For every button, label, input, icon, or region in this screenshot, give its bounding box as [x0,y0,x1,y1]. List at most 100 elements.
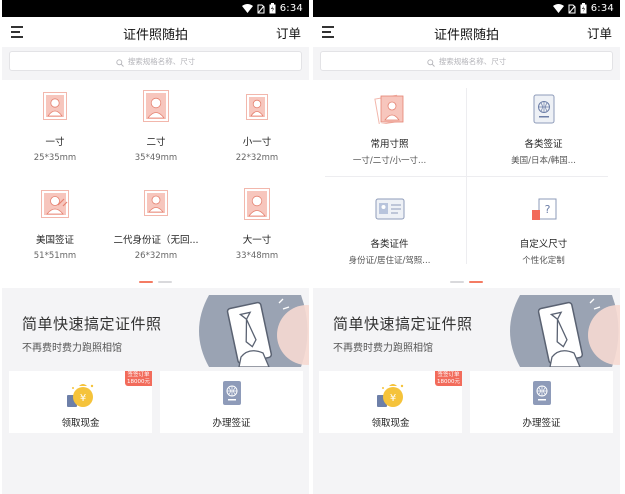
category-name: 常用寸照 [370,139,409,150]
search-icon [116,52,124,71]
app-bar: 证件照随拍 订单 [2,17,309,47]
promo-badge-line1: 签签订单 [127,372,150,378]
search-icon [427,52,435,71]
spec-size: 51*51mm [33,251,77,261]
banner-subtitle: 不再费时费力跑照相馆 [333,343,433,354]
spec-name: 二寸 [146,137,166,148]
search-input[interactable]: 搜索规格名称、尺寸 [320,51,613,71]
no-sim-icon [257,4,265,14]
visa-service-label: 办理签证 [212,418,251,429]
page-dot-active [469,281,483,283]
spec-size: 33*48mm [235,251,279,261]
search-placeholder: 搜索规格名称、尺寸 [438,56,507,66]
photo-stack-icon [373,94,403,124]
id-card-icon [375,198,404,220]
promo-banner[interactable]: 简单快速搞定证件照 不再费时费力跑照相馆 [2,295,309,367]
phone-tie-illustration [199,295,309,367]
spec-size: 35*49mm [134,153,178,163]
custom-size-icon: ? [531,198,556,220]
status-bar: 6:34 [313,0,620,17]
money-bag-icon: ¥ [66,384,93,407]
category-name: 各类签证 [524,139,563,150]
passport-icon [532,381,551,405]
search-area: 搜索规格名称、尺寸 [313,47,620,78]
promo-badge-line1: 签签订单 [437,372,460,378]
spec-name: 小一寸 [242,137,272,148]
page-indicator [313,281,620,283]
no-sim-icon [568,4,576,14]
spec-name: 一寸 [45,137,65,148]
spec-item-2inch[interactable]: 二寸 35*49mm [105,80,207,170]
passport-icon [222,381,241,405]
id-photo-icon [143,90,169,122]
money-bag-icon: ¥ [376,384,403,407]
spec-size: 22*32mm [235,153,279,163]
category-name: 自定义尺寸 [519,239,568,250]
get-cash-card[interactable]: ¥ 签签订单 18000元 领取现金 [319,371,462,433]
app-bar: 证件照随拍 订单 [313,17,620,47]
spec-item-us-visa[interactable]: 美国签证 51*51mm [4,178,106,268]
category-grid-panel: 常用寸照 一寸/二寸/小一寸... 各类签证 美国/日本/韩国... 各类证件 … [313,80,620,288]
spec-item-id-card[interactable]: 二代身份证（无回... 26*32mm [105,178,207,268]
spec-name: 大一寸 [242,235,272,246]
get-cash-card[interactable]: ¥ 签签订单 18000元 领取现金 [9,371,152,433]
visa-service-label: 办理签证 [522,418,561,429]
category-subtitle: 一寸/二寸/小一寸... [352,156,427,166]
svg-text:?: ? [544,203,550,216]
wifi-icon [552,4,564,13]
id-photo-icon [43,92,67,120]
page-dot [450,281,464,283]
category-visas[interactable]: 各类签证 美国/日本/韩国... [467,84,620,174]
spec-size: 26*32mm [134,251,178,261]
grid-divider-horizontal [325,176,608,177]
search-input[interactable]: 搜索规格名称、尺寸 [9,51,302,71]
visa-service-card[interactable]: 办理签证 [160,371,303,433]
category-custom-size[interactable]: ? 自定义尺寸 个性化定制 [467,184,620,274]
category-name: 各类证件 [370,239,409,250]
orders-button[interactable]: 订单 [276,23,301,42]
spec-size: 25*35mm [33,153,77,163]
promo-banner[interactable]: 简单快速搞定证件照 不再费时费力跑照相馆 [313,295,620,367]
category-subtitle: 个性化定制 [522,256,565,266]
passport-icon [533,94,554,124]
banner-title: 简单快速搞定证件照 [22,315,162,333]
search-area: 搜索规格名称、尺寸 [2,47,309,78]
id-photo-icon [41,190,69,218]
spec-item-1inch[interactable]: 一寸 25*35mm [4,80,106,170]
get-cash-label: 领取现金 [371,418,410,429]
wifi-icon [241,4,253,13]
id-photo-icon [246,94,268,120]
spec-item-large-1inch[interactable]: 大一寸 33*48mm [206,178,308,268]
page-indicator [2,281,309,283]
id-photo-icon [244,188,270,220]
visa-service-card[interactable]: 办理签证 [470,371,613,433]
search-placeholder: 搜索规格名称、尺寸 [127,56,196,66]
battery-icon [580,3,587,14]
spec-grid-panel: 一寸 25*35mm 二寸 35*49mm 小一寸 22*32mm 美国签证 5… [2,80,309,288]
promo-badge-line2: 18000元 [437,378,460,385]
banner-title: 简单快速搞定证件照 [333,315,473,333]
phone-screen-left: 6:34 证件照随拍 订单 搜索规格名称、尺寸 一寸 25*35mm 二寸 35… [2,0,309,494]
get-cash-label: 领取现金 [61,418,100,429]
promo-badge: 签签订单 18000元 [125,371,152,386]
promo-badge-line2: 18000元 [127,378,150,385]
orders-button[interactable]: 订单 [587,23,612,42]
category-documents[interactable]: 各类证件 身份证/居住证/驾照... [313,184,466,274]
status-time: 6:34 [590,3,614,14]
category-common-photos[interactable]: 常用寸照 一寸/二寸/小一寸... [313,84,466,174]
spec-name: 二代身份证（无回... [113,235,199,246]
service-cards: ¥ 签签订单 18000元 领取现金 办理签证 [2,371,309,435]
page-dot [158,281,172,283]
category-subtitle: 美国/日本/韩国... [511,156,576,166]
battery-icon [269,3,276,14]
spec-item-small-1inch[interactable]: 小一寸 22*32mm [206,80,308,170]
app-title: 证件照随拍 [122,28,188,43]
promo-badge: 签签订单 18000元 [435,371,462,386]
status-time: 6:34 [279,3,303,14]
category-subtitle: 身份证/居住证/驾照... [348,256,431,266]
spec-name: 美国签证 [35,235,74,246]
page-dot-active [139,281,153,283]
id-photo-icon [144,190,168,216]
service-cards: ¥ 签签订单 18000元 领取现金 办理签证 [313,371,620,435]
phone-tie-illustration [510,295,620,367]
